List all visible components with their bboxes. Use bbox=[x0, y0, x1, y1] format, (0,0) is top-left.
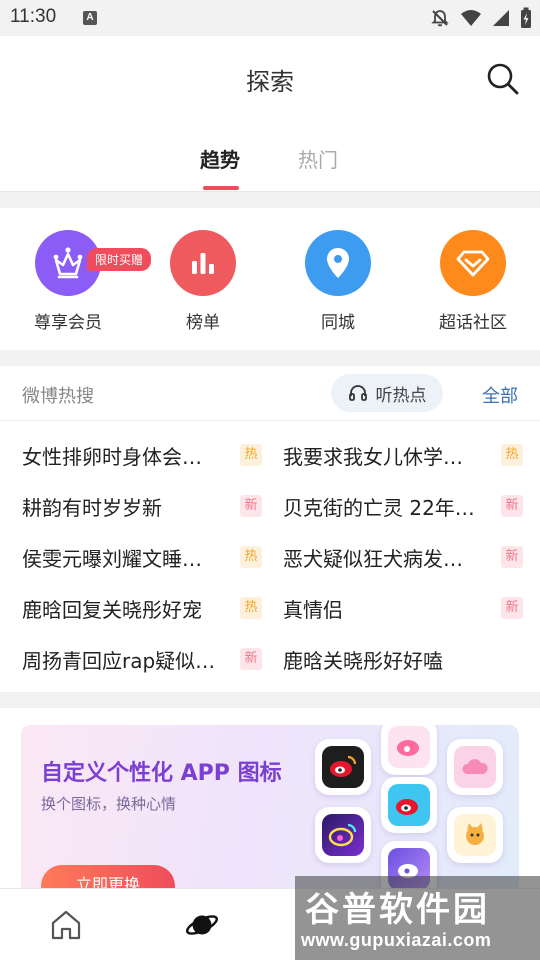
hot-search-item[interactable]: 鹿晗关晓彤好好嗑 bbox=[283, 639, 523, 679]
notifications-off-icon bbox=[431, 10, 449, 27]
status-icons bbox=[430, 6, 532, 30]
quick-entry-label: 榜单 bbox=[186, 313, 220, 333]
hot-search-text: 恶犬疑似狂犬病发… bbox=[283, 546, 463, 571]
weibo-pink-icon bbox=[388, 726, 430, 768]
view-all-link[interactable]: 全部 bbox=[482, 382, 518, 408]
bar-chart-icon bbox=[192, 253, 214, 274]
hot-search-text: 贝克街的亡灵 22年… bbox=[283, 495, 475, 520]
app-icon-preview bbox=[381, 777, 437, 833]
weibo-cloud-icon bbox=[454, 746, 496, 788]
diamond-icon bbox=[456, 250, 490, 277]
hot-search-text: 耕韵有时岁岁新 bbox=[22, 495, 162, 520]
promo-badge: 限时买赠 bbox=[87, 248, 152, 271]
watermark: 谷普软件园 www.gupuxiazai.com bbox=[295, 876, 540, 960]
hot-search-item[interactable]: 贝克街的亡灵 22年… 新 bbox=[283, 486, 523, 526]
banner-subtitle: 换个图标，换种心情 bbox=[41, 795, 177, 813]
quick-entries: 尊享会员 限时买赠 榜单 同城 超话社区 bbox=[0, 208, 540, 350]
crown-icon bbox=[53, 247, 83, 279]
headphones-icon bbox=[348, 385, 367, 401]
hot-search-item[interactable]: 恶犬疑似狂犬病发… 新 bbox=[283, 537, 523, 577]
quick-entry-local[interactable]: 同城 bbox=[283, 230, 393, 333]
new-tag: 新 bbox=[501, 495, 523, 517]
hot-search-text: 真情侣 bbox=[283, 597, 343, 622]
page-title: 探索 bbox=[246, 68, 294, 96]
weibo-neon-icon bbox=[322, 814, 364, 856]
hot-search-text: 鹿晗关晓彤好好嗑 bbox=[283, 648, 443, 673]
header: 探索 bbox=[0, 36, 540, 120]
hot-search-text: 周扬青回应rap疑似… bbox=[22, 648, 216, 673]
new-tag: 新 bbox=[240, 648, 262, 670]
weibo-dark-icon bbox=[322, 746, 364, 788]
new-tag: 新 bbox=[240, 495, 262, 517]
notification-a-icon: A bbox=[83, 11, 97, 25]
watermark-title: 谷普软件园 bbox=[305, 890, 490, 930]
quick-entry-ranking[interactable]: 榜单 bbox=[148, 230, 258, 333]
quick-entry-label: 尊享会员 bbox=[34, 313, 102, 333]
listen-hot-label: 听热点 bbox=[375, 385, 427, 406]
tab-bar: 趋势 热门 bbox=[0, 120, 540, 192]
hot-search-text: 鹿晗回复关晓彤好宠 bbox=[22, 597, 202, 622]
weibo-blue-icon bbox=[388, 784, 430, 826]
hot-tag: 热 bbox=[240, 546, 262, 568]
tab-indicator bbox=[203, 186, 239, 190]
planet-icon bbox=[185, 915, 219, 935]
nav-discover[interactable] bbox=[184, 907, 220, 943]
home-icon bbox=[51, 910, 81, 940]
hot-search-item[interactable]: 女性排卵时身体会… 热 bbox=[22, 435, 262, 475]
hot-search-item[interactable]: 耕韵有时岁岁新 新 bbox=[22, 486, 262, 526]
tab-trend[interactable]: 趋势 bbox=[200, 144, 240, 173]
app-icon-preview bbox=[315, 807, 371, 863]
status-bar: 11:30 A bbox=[0, 0, 540, 36]
hot-search-item[interactable]: 周扬青回应rap疑似… 新 bbox=[22, 639, 262, 679]
hot-search-item[interactable]: 鹿晗回复关晓彤好宠 热 bbox=[22, 588, 262, 628]
search-icon bbox=[487, 63, 519, 95]
hot-search-title: 微博热搜 bbox=[22, 386, 94, 407]
hot-search-section: 微博热搜 听热点 全部 女性排卵时身体会… 热 我要求我女儿休学… 热 耕韵有时… bbox=[0, 366, 540, 692]
app-icon-preview bbox=[315, 739, 371, 795]
app-icon-preview bbox=[447, 739, 503, 795]
custom-icon-banner[interactable]: 自定义个性化 APP 图标 换个图标，换种心情 立即更换 bbox=[21, 725, 519, 895]
quick-entry-label: 同城 bbox=[321, 313, 355, 333]
battery-charging-icon bbox=[521, 7, 531, 28]
app-icon-preview bbox=[447, 807, 503, 863]
hot-search-text: 我要求我女儿休学… bbox=[283, 444, 463, 469]
wifi-icon bbox=[461, 10, 481, 26]
hot-tag: 热 bbox=[240, 444, 262, 466]
new-tag: 新 bbox=[501, 597, 523, 619]
quick-entry-super-topic[interactable]: 超话社区 bbox=[418, 230, 528, 333]
watermark-url: www.gupuxiazai.com bbox=[301, 930, 492, 950]
local-icon-circle bbox=[305, 230, 371, 296]
hot-search-text: 女性排卵时身体会… bbox=[22, 444, 202, 469]
quick-entry-label: 超话社区 bbox=[439, 313, 507, 333]
nav-home[interactable] bbox=[48, 907, 84, 943]
banner-section: 自定义个性化 APP 图标 换个图标，换种心情 立即更换 bbox=[0, 708, 540, 895]
new-tag: 新 bbox=[501, 546, 523, 568]
quick-entry-vip[interactable]: 尊享会员 限时买赠 bbox=[13, 230, 152, 333]
super-topic-icon-circle bbox=[440, 230, 506, 296]
app-icon-preview bbox=[381, 725, 437, 775]
hot-search-item[interactable]: 我要求我女儿休学… 热 bbox=[283, 435, 523, 475]
weibo-cat-icon bbox=[454, 814, 496, 856]
tab-hot[interactable]: 热门 bbox=[298, 144, 338, 173]
hot-tag: 热 bbox=[240, 597, 262, 619]
banner-title: 自定义个性化 APP 图标 bbox=[41, 761, 282, 786]
hot-search-text: 侯雯元曝刘耀文睡… bbox=[22, 546, 202, 571]
status-time: 11:30 bbox=[10, 6, 57, 27]
signal-icon bbox=[493, 10, 509, 26]
listen-hot-button[interactable]: 听热点 bbox=[331, 374, 443, 412]
location-pin-icon bbox=[327, 248, 349, 278]
hot-tag: 热 bbox=[501, 444, 523, 466]
search-button[interactable] bbox=[486, 62, 520, 96]
divider bbox=[0, 420, 540, 421]
hot-search-item[interactable]: 侯雯元曝刘耀文睡… 热 bbox=[22, 537, 262, 577]
hot-search-item[interactable]: 真情侣 新 bbox=[283, 588, 523, 628]
ranking-icon-circle bbox=[170, 230, 236, 296]
